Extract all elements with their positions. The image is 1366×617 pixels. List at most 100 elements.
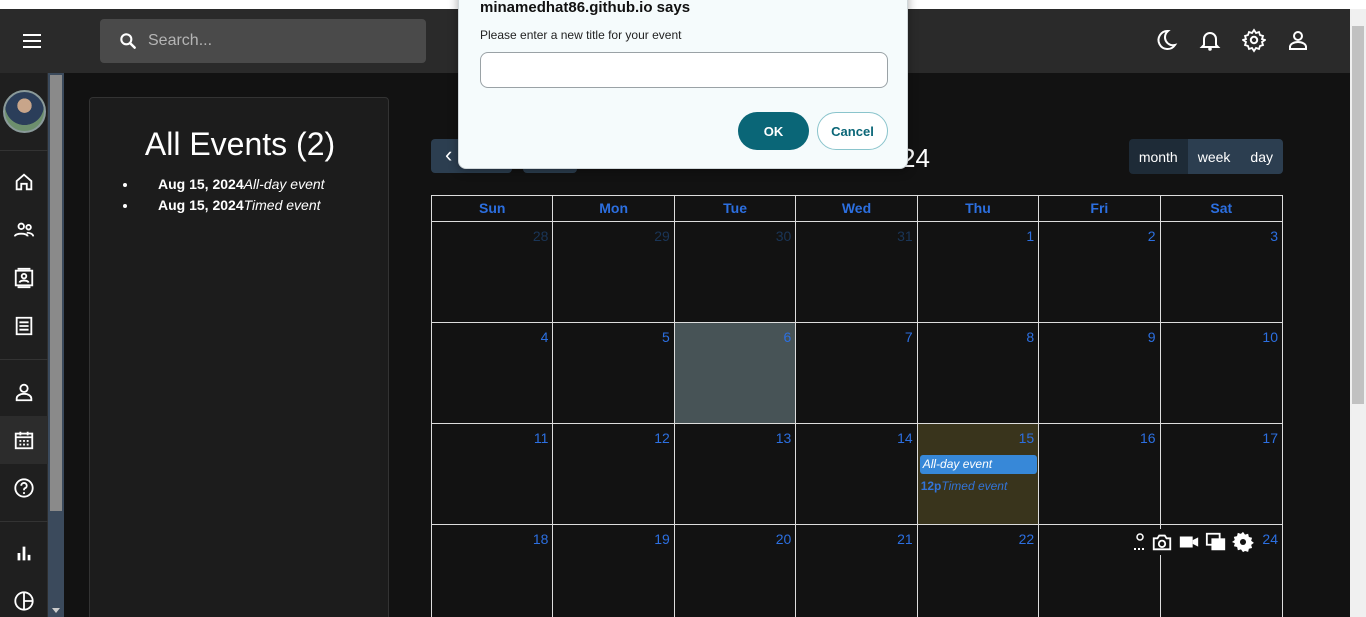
day-number[interactable]: 31 [897, 228, 913, 244]
calendar-event-allday[interactable]: All-day event [919, 455, 1037, 474]
day-cell[interactable]: 8 [918, 323, 1040, 423]
day-cell[interactable]: 11 [432, 424, 554, 524]
day-cell-selected[interactable]: 6 [674, 323, 797, 423]
avatar[interactable] [3, 90, 46, 133]
sidebar-item-bar-chart[interactable] [0, 529, 48, 577]
view-switcher: month week day [1128, 139, 1283, 174]
day-cell[interactable]: 1 [918, 222, 1040, 322]
camera-icon[interactable] [1151, 531, 1173, 553]
sidebar-divider [0, 521, 48, 522]
day-cell[interactable]: 29 [553, 222, 675, 322]
day-number[interactable]: 18 [533, 531, 549, 547]
gear-icon[interactable] [1232, 531, 1254, 553]
day-cell[interactable]: 7 [796, 323, 918, 423]
day-cell-today[interactable]: 15 All-day event 12pTimed event [917, 424, 1040, 524]
screenshot-icon[interactable] [1132, 531, 1146, 553]
sidebar-item-profile[interactable] [0, 368, 48, 416]
day-cell[interactable]: 20 [675, 525, 797, 617]
day-cell[interactable]: 30 [675, 222, 797, 322]
day-cell[interactable]: 5 [553, 323, 675, 423]
day-number[interactable]: 22 [1019, 531, 1035, 547]
day-cell[interactable]: 13 [675, 424, 797, 524]
home-icon [15, 173, 33, 191]
day-number[interactable]: 2 [1148, 228, 1156, 244]
day-number[interactable]: 1 [1026, 228, 1034, 244]
sidebar-item-pie-chart[interactable] [0, 577, 48, 617]
day-cell[interactable]: 17 [1161, 424, 1282, 524]
day-number[interactable]: 9 [1148, 329, 1156, 345]
floating-capture-toolbar [1130, 529, 1255, 555]
day-number[interactable]: 28 [533, 228, 549, 244]
day-cell[interactable]: 28 [432, 222, 554, 322]
events-list: Aug 15, 2024All-day event Aug 15, 2024Ti… [134, 174, 384, 216]
ok-button[interactable]: OK [738, 112, 809, 150]
day-number[interactable]: 21 [897, 531, 913, 547]
sidebar-item-invoices[interactable] [0, 302, 48, 350]
people-icon [13, 222, 35, 237]
menu-icon[interactable] [20, 29, 44, 53]
day-number[interactable]: 7 [905, 329, 913, 345]
sidebar-item-faq[interactable] [0, 464, 48, 512]
day-number[interactable]: 29 [654, 228, 670, 244]
day-cell[interactable]: 22 [918, 525, 1040, 617]
day-number[interactable]: 15 [1019, 430, 1035, 446]
event-list-item[interactable]: Aug 15, 2024All-day event [138, 174, 384, 195]
search-input[interactable] [148, 19, 418, 63]
day-cell[interactable]: 4 [432, 323, 554, 423]
dow-label: Sat [1210, 200, 1233, 216]
view-month-button[interactable]: month [1128, 139, 1188, 174]
day-number[interactable]: 14 [897, 430, 913, 446]
day-number[interactable]: 20 [776, 531, 792, 547]
sidebar-item-team[interactable] [0, 206, 48, 254]
moon-icon[interactable] [1154, 27, 1178, 53]
view-day-button[interactable]: day [1240, 139, 1283, 174]
view-week-button[interactable]: week [1187, 139, 1241, 174]
cancel-button[interactable]: Cancel [817, 112, 888, 150]
scroll-down-arrow-icon[interactable] [52, 608, 60, 613]
day-number[interactable]: 8 [1026, 329, 1034, 345]
video-icon[interactable] [1178, 531, 1200, 553]
page-scrollbar-thumb[interactable] [1352, 26, 1364, 404]
calendar-event-timed[interactable]: 12pTimed event [921, 479, 1008, 493]
day-cell[interactable]: 10 [1161, 323, 1282, 423]
sidebar-divider [0, 150, 48, 151]
help-icon [14, 478, 34, 498]
day-number[interactable]: 17 [1262, 430, 1278, 446]
event-list-item[interactable]: Aug 15, 2024Timed event [138, 195, 384, 216]
day-cell[interactable]: 19 [553, 525, 675, 617]
day-number[interactable]: 24 [1262, 531, 1278, 547]
sidebar-scrollbar[interactable] [48, 73, 64, 617]
event-title-input[interactable] [480, 52, 888, 88]
day-number[interactable]: 5 [662, 329, 670, 345]
day-number[interactable]: 10 [1262, 329, 1278, 345]
day-cell[interactable]: 14 [796, 424, 918, 524]
day-cell[interactable]: 16 [1039, 424, 1161, 524]
day-number[interactable]: 3 [1270, 228, 1278, 244]
day-number[interactable]: 30 [776, 228, 792, 244]
day-cell[interactable]: 12 [553, 424, 675, 524]
user-icon[interactable] [1286, 27, 1310, 53]
day-number[interactable]: 13 [776, 430, 792, 446]
day-cell[interactable]: 31 [796, 222, 918, 322]
day-cell[interactable]: 3 [1161, 222, 1282, 322]
sidebar-item-home[interactable] [0, 158, 48, 206]
day-cell[interactable]: 9 [1039, 323, 1161, 423]
dow-label: Sun [432, 196, 554, 221]
day-number[interactable]: 16 [1140, 430, 1156, 446]
day-cell[interactable]: 21 [796, 525, 918, 617]
bell-icon[interactable] [1198, 27, 1222, 53]
sidebar-scrollbar-thumb[interactable] [50, 75, 62, 511]
day-number[interactable]: 12 [654, 430, 670, 446]
day-number[interactable]: 6 [783, 329, 791, 345]
day-number[interactable]: 11 [534, 430, 549, 446]
day-number[interactable]: 4 [541, 329, 549, 345]
copy-windows-icon[interactable] [1205, 531, 1227, 553]
day-number[interactable]: 19 [654, 531, 670, 547]
dialog-title: minamedhat86.github.io says [480, 0, 691, 16]
page-scrollbar[interactable] [1350, 9, 1366, 617]
day-cell[interactable]: 2 [1039, 222, 1161, 322]
gear-icon[interactable] [1242, 27, 1266, 53]
sidebar-item-contacts[interactable] [0, 254, 48, 302]
day-cell[interactable]: 18 [432, 525, 554, 617]
sidebar-item-calendar[interactable] [0, 416, 48, 464]
